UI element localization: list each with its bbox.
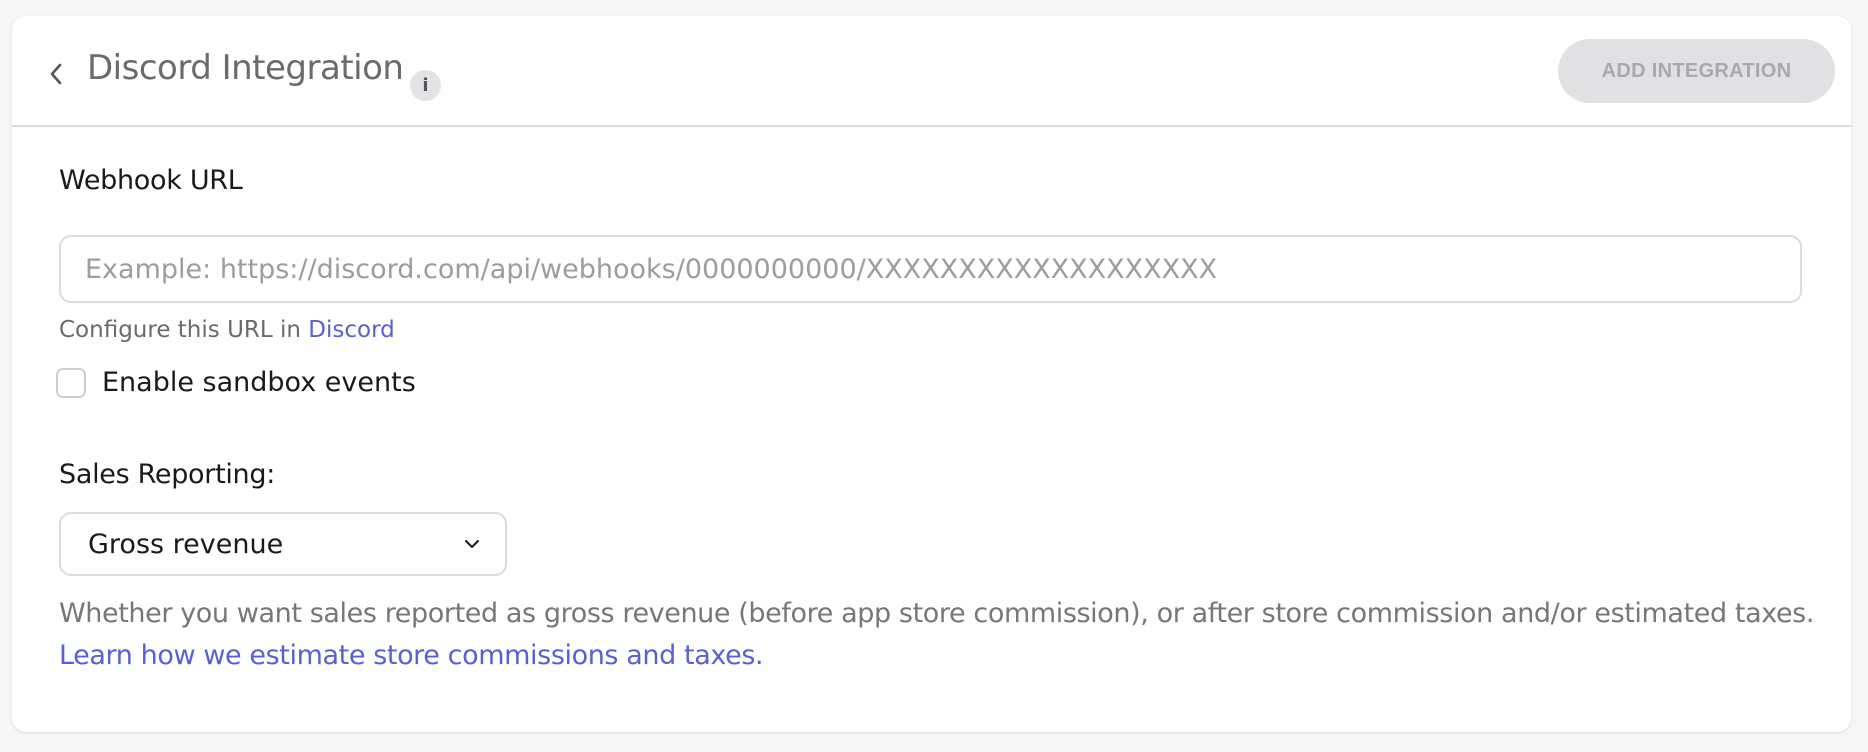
integration-card: Discord Integration i ADD INTEGRATION We… (12, 16, 1851, 732)
chevron-left-icon (50, 63, 62, 85)
back-button[interactable] (42, 60, 70, 88)
add-integration-button[interactable]: ADD INTEGRATION (1558, 39, 1835, 103)
sales-reporting-selected-value: Gross revenue (88, 528, 284, 560)
sandbox-checkbox-label[interactable]: Enable sandbox events (102, 367, 416, 398)
discord-link[interactable]: Discord (308, 317, 394, 343)
chevron-down-icon (465, 540, 479, 548)
sales-reporting-select[interactable]: Gross revenue (59, 512, 507, 576)
info-icon[interactable]: i (410, 70, 441, 101)
webhook-url-input[interactable] (59, 235, 1802, 303)
card-header: Discord Integration i ADD INTEGRATION (12, 16, 1851, 127)
sandbox-row: Enable sandbox events (56, 367, 416, 398)
webhook-url-label: Webhook URL (59, 165, 243, 196)
helper-text: Configure this URL in (59, 317, 309, 343)
sales-reporting-label: Sales Reporting: (59, 459, 275, 490)
description-text: Whether you want sales reported as gross… (59, 598, 1815, 629)
page-title: Discord Integration (87, 48, 404, 88)
webhook-helper-text: Configure this URL in Discord (59, 317, 395, 343)
sandbox-checkbox[interactable] (56, 367, 86, 398)
learn-commissions-link[interactable]: Learn how we estimate store commissions … (59, 640, 764, 671)
sales-reporting-description: Whether you want sales reported as gross… (59, 593, 1839, 677)
